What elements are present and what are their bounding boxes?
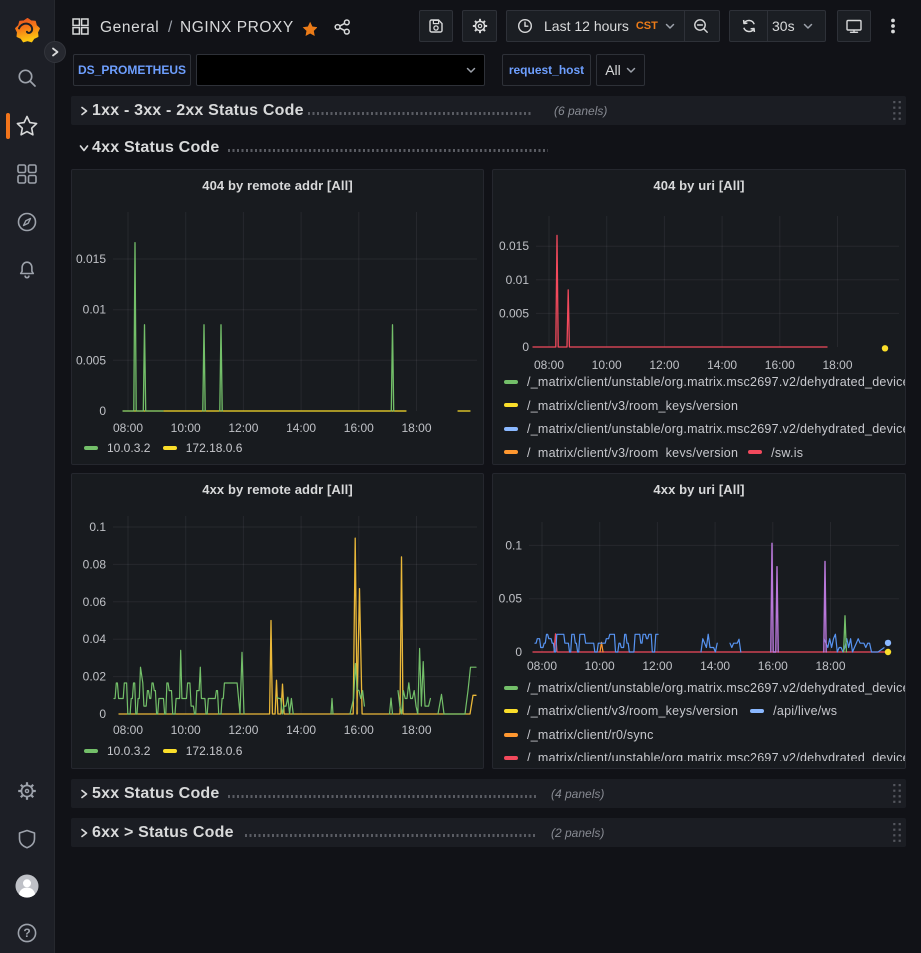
svg-text:?: ? bbox=[23, 926, 30, 940]
